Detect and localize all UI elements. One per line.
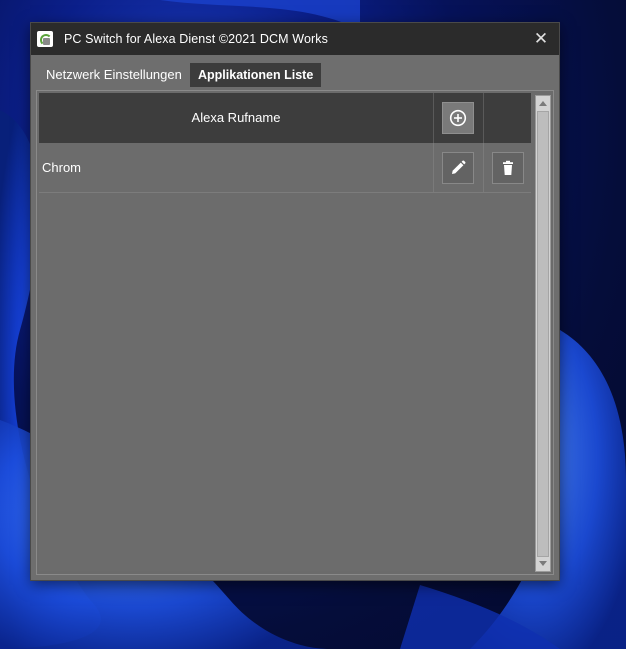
pencil-icon (452, 160, 466, 174)
scroll-up-arrow[interactable] (536, 96, 550, 110)
tab-bar: Netzwerk Einstellungen Applikationen Lis… (31, 55, 559, 90)
column-separator (433, 143, 434, 192)
table-row[interactable]: Chrom (39, 143, 531, 193)
column-separator (483, 143, 484, 192)
grid-header-row: Alexa Rufname (39, 93, 531, 143)
applications-grid: Alexa Rufname Chrom (39, 93, 531, 571)
app-logo-icon (37, 31, 53, 47)
applications-panel: Alexa Rufname Chrom (36, 90, 554, 575)
plus-circle-icon (449, 109, 467, 127)
column-header-alexa-rufname: Alexa Rufname (191, 110, 281, 125)
window-title: PC Switch for Alexa Dienst ©2021 DCM Wor… (64, 32, 328, 46)
edit-application-button[interactable] (442, 152, 474, 184)
close-button[interactable]: ✕ (529, 27, 553, 51)
delete-application-button[interactable] (492, 152, 524, 184)
title-bar[interactable]: PC Switch for Alexa Dienst ©2021 DCM Wor… (31, 23, 559, 55)
application-name-cell: Chrom (42, 160, 82, 175)
app-window: PC Switch for Alexa Dienst ©2021 DCM Wor… (30, 22, 560, 581)
chevron-up-icon (539, 101, 547, 106)
scroll-down-arrow[interactable] (536, 557, 550, 571)
add-application-button[interactable] (442, 102, 474, 134)
tab-applikationen-liste[interactable]: Applikationen Liste (190, 63, 322, 87)
scrollbar-thumb[interactable] (537, 111, 549, 557)
column-separator (483, 93, 484, 143)
chevron-down-icon (539, 561, 547, 566)
vertical-scrollbar[interactable] (535, 95, 551, 572)
trash-icon (503, 160, 513, 175)
column-separator (433, 93, 434, 143)
tab-netzwerk-einstellungen[interactable]: Netzwerk Einstellungen (38, 63, 190, 87)
